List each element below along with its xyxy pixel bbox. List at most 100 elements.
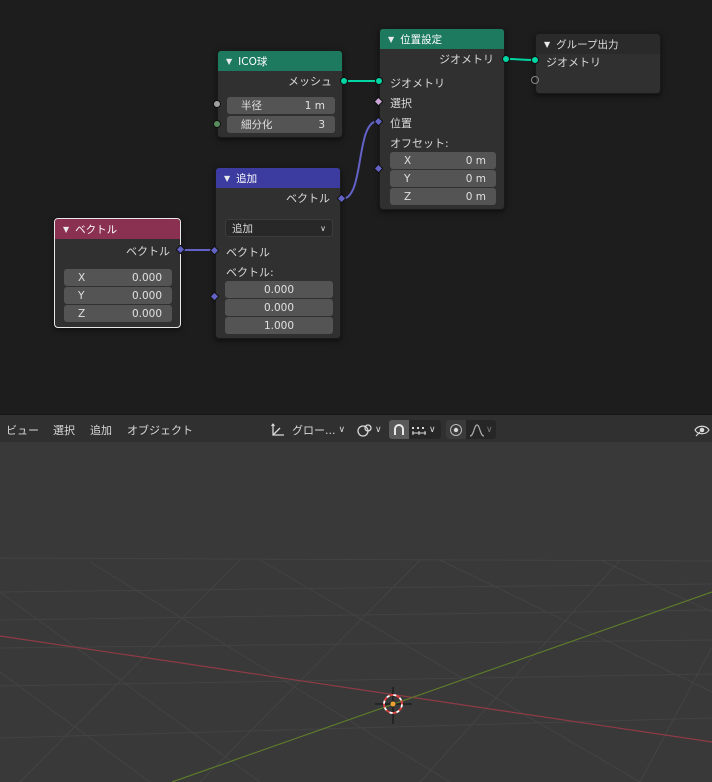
node-title: グループ出力 [556,38,619,51]
group-output-empty-socket[interactable] [531,76,539,84]
offset-z-field[interactable]: Z 0 m [390,188,496,205]
vector-z-value: 0.000 [131,307,162,320]
node-title: ベクトル [75,223,118,236]
pivot-point-dropdown[interactable]: ∨ [356,420,382,439]
menu-select[interactable]: 選択 [53,422,75,438]
vector-x-field[interactable]: X 0.000 [64,269,172,286]
subdivision-label: 細分化 [241,119,273,131]
position-input-label: 位置 [390,117,412,130]
radius-label: 半径 [241,100,262,112]
node-title: 位置設定 [400,33,443,46]
vector-add-node[interactable]: ▼ 追加 ベクトル 追加 ∨ ベクトル ベクトル: 0.000 0.000 1.… [215,167,341,339]
selection-input-label: 選択 [390,97,412,110]
orientation-value: グロー... [292,423,336,437]
chevron-down-icon[interactable]: ▼ [63,225,69,234]
chevron-down-icon: ∨ [429,424,436,435]
node-title: ICO球 [238,55,268,68]
group-output-geometry-socket[interactable] [531,56,539,64]
chevron-down-icon: ∨ [320,223,326,233]
subdivision-value: 3 [318,118,325,131]
subdivision-input-socket[interactable] [213,120,221,128]
group-output-header[interactable]: ▼ グループ出力 [536,34,660,54]
set-position-node[interactable]: ▼ 位置設定 ジオメトリ ジオメトリ 選択 位置 オフセット: X 0 m Y … [379,28,505,210]
operation-value: 追加 [232,222,253,235]
vector-y-field[interactable]: Y 0.000 [64,287,172,304]
vector-value-x[interactable]: 0.000 [225,281,333,298]
offset-x-field[interactable]: X 0 m [390,152,496,169]
offset-x-value: 0 m [465,154,486,167]
geometry-output-label: ジオメトリ [439,53,494,66]
vector-add-header[interactable]: ▼ 追加 [216,168,340,188]
vector-value-z[interactable]: 1.000 [225,317,333,334]
set-position-header[interactable]: ▼ 位置設定 [380,29,504,49]
eye-icon [694,425,710,436]
vector-node[interactable]: ▼ ベクトル ベクトル X 0.000 Y 0.000 Z 0.000 [54,218,181,328]
vector-values-label: ベクトル: [226,266,274,279]
snap-target-dropdown[interactable]: ∨ [411,420,436,439]
vector-x-value: 0.000 [131,271,162,284]
vector-z-axis: Z [78,307,86,320]
ico-sphere-header[interactable]: ▼ ICO球 [218,51,342,71]
chevron-down-icon[interactable]: ▼ [224,174,230,183]
vector-z-field[interactable]: Z 0.000 [64,305,172,322]
radius-field[interactable]: 半径 1 m [227,97,335,114]
proportional-editing-toggle[interactable] [446,420,466,439]
viewport-grid [0,557,712,782]
radius-value: 1 m [304,99,325,112]
group-output-node[interactable]: ▼ グループ出力 ジオメトリ [535,33,661,94]
3d-viewport[interactable] [0,442,712,782]
set-position-geometry-output-socket[interactable] [502,55,510,63]
wire-add-to-position [341,120,379,200]
vector-node-header[interactable]: ▼ ベクトル [55,219,180,239]
subdivision-field[interactable]: 細分化 3 [227,116,335,133]
set-position-geometry-input-socket[interactable] [375,77,383,85]
vector-value-z-text: 1.000 [263,319,295,332]
chevron-down-icon[interactable]: ▼ [544,40,550,49]
falloff-curve-icon [469,423,485,437]
menu-object[interactable]: オブジェクト [127,422,193,438]
offset-z-axis: Z [404,190,412,203]
node-editor[interactable]: ▼ ICO球 メッシュ 半径 1 m 細分化 3 ▼ 位置設定 ジオメトリ ジオ… [0,0,712,414]
wire-geometry-to-output [505,58,535,61]
radius-input-socket[interactable] [213,100,221,108]
chevron-down-icon[interactable]: ▼ [226,57,232,66]
chevron-down-icon[interactable]: ▼ [388,35,394,44]
ico-sphere-node[interactable]: ▼ ICO球 メッシュ 半径 1 m 細分化 3 [217,50,343,138]
offset-y-axis: Y [404,172,411,185]
x-axis-line [0,635,712,743]
offset-y-value: 0 m [465,172,486,185]
vector-node-output-row: ベクトル [55,241,180,261]
offset-y-field[interactable]: Y 0 m [390,170,496,187]
geometry-input-label: ジオメトリ [390,77,445,90]
y-axis-line [171,591,712,782]
transform-orientation-dropdown[interactable]: グロー... ∨ [270,420,345,439]
offset-label: オフセット: [390,137,449,150]
menu-view[interactable]: ビュー [6,422,39,438]
operation-dropdown[interactable]: 追加 ∨ [225,219,333,237]
offset-x-axis: X [404,154,412,167]
vector-x-axis: X [78,271,86,284]
node-title: 追加 [236,172,258,185]
vector-value-y[interactable]: 0.000 [225,299,333,316]
mesh-output-row: メッシュ [218,71,342,91]
visibility-toggle[interactable] [694,420,710,439]
vector-node-output-label: ベクトル [126,245,170,258]
proportional-dot-icon [450,423,462,436]
vector-y-axis: Y [78,289,85,302]
vector-output-label: ベクトル [286,192,330,205]
chevron-down-icon: ∨ [375,424,382,435]
vector-value-y-text: 0.000 [263,301,295,314]
pivot-link-icon [357,423,372,437]
snap-toggle[interactable] [389,420,409,439]
vector-value-x-text: 0.000 [263,283,295,296]
mesh-output-label: メッシュ [288,75,332,88]
orientation-axes-icon [271,422,284,436]
geometry-output-row: ジオメトリ [380,49,504,69]
vector-y-value: 0.000 [131,289,162,302]
snap-increment-icon [412,426,426,435]
ico-mesh-output-socket[interactable] [340,77,348,85]
chevron-down-icon: ∨ [486,424,493,435]
falloff-dropdown[interactable]: ∨ [469,420,493,439]
vector-output-row: ベクトル [216,188,340,208]
menu-add[interactable]: 追加 [90,422,112,438]
